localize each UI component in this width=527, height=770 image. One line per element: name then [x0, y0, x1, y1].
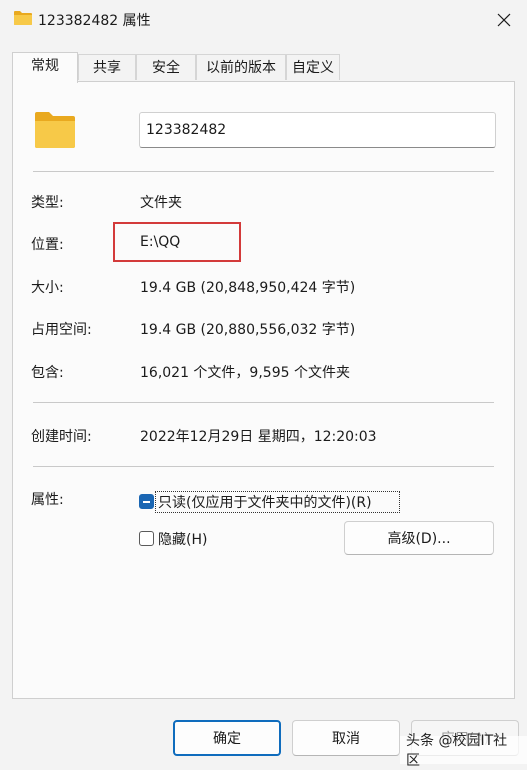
- window-title: 123382482 属性: [38, 13, 151, 29]
- watermark: 头条 @校园IT社区: [400, 733, 527, 769]
- separator: [33, 466, 494, 467]
- title-bar[interactable]: 123382482 属性: [0, 0, 527, 40]
- readonly-label[interactable]: 只读(仅应用于文件夹中的文件)(R): [158, 492, 372, 512]
- separator: [33, 402, 494, 403]
- hidden-label[interactable]: 隐藏(H): [158, 529, 207, 549]
- separator: [33, 171, 494, 172]
- location-label: 位置:: [31, 237, 64, 253]
- disk-size-label: 占用空间:: [31, 322, 92, 338]
- properties-window: 123382482 属性 常规 共享 安全 以前的版本 自定义 类型: 文件夹 …: [0, 0, 527, 769]
- tab-general[interactable]: 常规: [12, 52, 78, 83]
- tab-sharing[interactable]: 共享: [78, 54, 136, 80]
- cancel-button[interactable]: 取消: [292, 720, 400, 756]
- folder-name-input[interactable]: [139, 112, 496, 148]
- close-button[interactable]: [480, 0, 527, 40]
- type-label: 类型:: [31, 195, 64, 211]
- type-value: 文件夹: [140, 195, 182, 211]
- close-icon: [497, 13, 510, 27]
- hidden-checkbox[interactable]: [139, 531, 154, 546]
- advanced-button[interactable]: 高级(D)...: [344, 521, 494, 555]
- tab-previous-versions[interactable]: 以前的版本: [196, 54, 286, 80]
- attributes-label: 属性:: [31, 492, 64, 508]
- tab-customize[interactable]: 自定义: [286, 54, 340, 80]
- ok-button[interactable]: 确定: [173, 720, 281, 756]
- created-label: 创建时间:: [31, 429, 92, 445]
- tab-security[interactable]: 安全: [136, 54, 196, 80]
- folder-icon: [13, 10, 33, 26]
- size-label: 大小:: [31, 280, 64, 296]
- size-value: 19.4 GB (20,848,950,424 字节): [140, 280, 356, 296]
- folder-large-icon: [34, 108, 76, 150]
- contains-label: 包含:: [31, 365, 64, 381]
- contains-value: 16,021 个文件，9,595 个文件夹: [140, 365, 350, 381]
- location-highlight-box: [113, 222, 241, 262]
- readonly-checkbox[interactable]: [139, 494, 154, 509]
- general-panel: 类型: 文件夹 位置: E:\QQ 大小: 19.4 GB (20,848,95…: [12, 81, 515, 699]
- created-value: 2022年12月29日 星期四，12:20:03: [140, 429, 377, 445]
- disk-size-value: 19.4 GB (20,880,556,032 字节): [140, 322, 356, 338]
